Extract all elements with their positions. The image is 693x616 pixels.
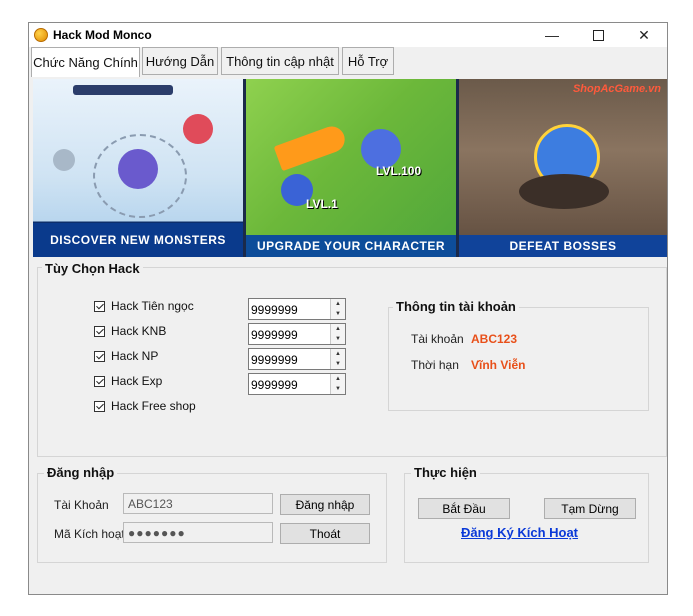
app-window: Hack Mod Monco — ✕ Chức Năng Chính Hướng… [28,22,668,595]
exit-button[interactable]: Thoát [280,523,370,544]
stepper-value: 9999999 [251,378,298,392]
monster-shape [118,149,158,189]
hack-option-row[interactable]: Hack Tiên ngọc [94,297,194,315]
app-coin-icon [34,28,48,42]
stepper-buttons: ▲ ▼ [330,374,345,394]
window-title: Hack Mod Monco [53,28,152,42]
hack-option-row[interactable]: Hack Exp [94,372,162,390]
hack-option-label: Hack Tiên ngọc [111,299,194,313]
login-account-input[interactable]: ABC123 [123,493,273,514]
hack-option-row[interactable]: Hack KNB [94,322,166,340]
hack-option-row[interactable]: Hack NP [94,347,158,365]
stepper-buttons: ▲ ▼ [330,299,345,319]
tien-ngoc-amount-stepper[interactable]: 9999999 ▲ ▼ [248,298,346,320]
register-activation-link[interactable]: Đăng Ký Kích Hoạt [461,525,578,540]
stepper-value: 9999999 [251,303,298,317]
banner-panel-upgrade: LVL.1 LVL.100 UPGRADE YOUR CHARACTER [246,79,456,257]
hack-option-row[interactable]: Hack Free shop [94,397,196,415]
pause-button[interactable]: Tạm Dừng [544,498,636,519]
stepper-down-icon[interactable]: ▼ [331,309,345,319]
stepper-down-icon[interactable]: ▼ [331,334,345,344]
stepper-value: 9999999 [251,353,298,367]
execute-title: Thực hiện [411,465,480,480]
tab-support[interactable]: Hỗ Trợ [342,47,394,75]
maximize-button[interactable] [575,23,621,47]
tab-main-functions[interactable]: Chức Năng Chính [31,47,140,77]
account-label: Tài khoản [411,332,464,346]
character-large-shape [361,129,401,169]
hack-free-shop-checkbox[interactable] [94,400,105,412]
stepper-down-icon[interactable]: ▼ [331,384,345,394]
level-after-text: LVL.100 [376,164,422,178]
hack-option-label: Hack NP [111,349,159,363]
promo-banner: DISCOVER NEW MONSTERS LVL.1 LVL.100 UPGR… [33,79,667,257]
level-before-text: LVL.1 [306,197,338,211]
start-button[interactable]: Bắt Đầu [418,498,510,519]
account-info-title: Thông tin tài khoản [393,299,519,314]
banner-panel-discover: DISCOVER NEW MONSTERS [33,79,243,257]
watermark-text: ShopAcGame.vn [572,83,661,95]
ground-crack-shape [519,174,609,209]
hack-options-title: Tùy Chọn Hack [42,261,143,276]
login-button[interactable]: Đăng nhập [280,494,370,515]
hack-option-label: Hack Free shop [111,399,196,413]
hack-option-label: Hack Exp [111,374,163,388]
minimize-button[interactable]: — [529,23,575,47]
hack-exp-checkbox[interactable] [94,375,105,387]
title-bar[interactable]: Hack Mod Monco — ✕ [29,23,667,47]
banner-panel-bosses: ShopAcGame.vn DEFEAT BOSSES [459,79,667,257]
banner-caption-discover: DISCOVER NEW MONSTERS [33,223,243,257]
hack-knb-checkbox[interactable] [94,325,105,337]
maximize-icon [592,29,604,41]
minimize-icon: — [545,27,559,43]
exp-amount-stepper[interactable]: 9999999 ▲ ▼ [248,373,346,395]
hack-option-label: Hack KNB [111,324,167,338]
monster-shape [53,149,75,171]
tab-update-info[interactable]: Thông tin cập nhật [221,47,339,75]
knb-amount-stepper[interactable]: 9999999 ▲ ▼ [248,323,346,345]
login-title: Đăng nhập [44,465,118,480]
game-hud-bar [73,85,173,95]
stepper-buttons: ▲ ▼ [330,349,345,369]
np-amount-stepper[interactable]: 9999999 ▲ ▼ [248,348,346,370]
monster-shape [183,114,213,144]
close-icon: ✕ [638,26,650,43]
login-code-label: Mã Kích hoạt [54,527,125,541]
upgrade-arrow-shape [273,122,349,172]
login-account-label: Tài Khoản [54,498,109,512]
activation-code-input[interactable]: ●●●●●●● [123,522,273,543]
stepper-value: 9999999 [251,328,298,342]
tab-guide[interactable]: Hướng Dẫn [142,47,218,75]
hack-tien-ngoc-checkbox[interactable] [94,300,105,312]
hack-np-checkbox[interactable] [94,350,105,362]
banner-caption-bosses: DEFEAT BOSSES [459,235,667,257]
stepper-buttons: ▲ ▼ [330,324,345,344]
banner-caption-upgrade: UPGRADE YOUR CHARACTER [246,235,456,257]
term-value: Vĩnh Viễn [471,358,526,372]
login-group [37,473,387,563]
account-value: ABC123 [471,332,518,346]
term-label: Thời hạn [411,358,459,372]
close-button[interactable]: ✕ [621,23,667,47]
stepper-down-icon[interactable]: ▼ [331,359,345,369]
